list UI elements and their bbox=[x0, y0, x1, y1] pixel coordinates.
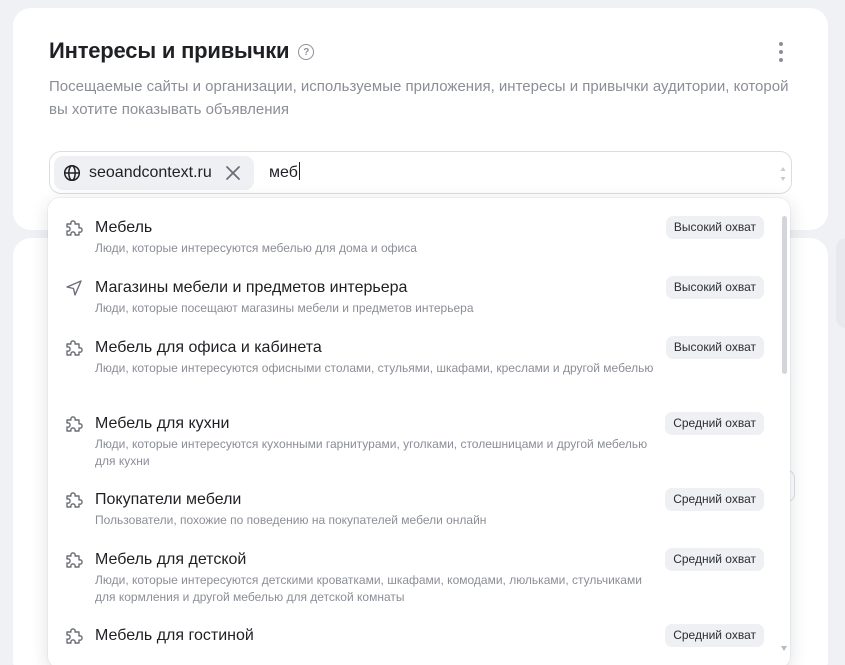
suggestion-title: Мебель bbox=[95, 219, 153, 236]
help-icon[interactable]: ? bbox=[298, 44, 315, 60]
suggestion-item[interactable]: Мебель для офиса и кабинета Люди, которы… bbox=[48, 318, 778, 394]
suggestion-subtitle: Люди, которые интересуются офисными стол… bbox=[95, 361, 654, 375]
suggestion-title: Мебель для кухни bbox=[95, 415, 230, 432]
puzzle-icon bbox=[66, 340, 83, 356]
reach-badge: Средний охват bbox=[665, 412, 764, 435]
reach-badge: Средний охват bbox=[665, 548, 764, 571]
suggestion-subtitle: Люди, которые интересуются мебелью для д… bbox=[95, 241, 417, 255]
title-row: Интересы и привычки ? bbox=[49, 38, 315, 64]
suggestion-title: Покупатели мебели bbox=[95, 491, 242, 508]
suggestion-item[interactable]: Магазины мебели и предметов интерьера Лю… bbox=[48, 258, 778, 318]
suggestion-item[interactable]: Мебель для кухни Люди, которые интересую… bbox=[48, 394, 778, 470]
resize-arrows-icon bbox=[780, 167, 786, 181]
suggestion-item[interactable]: Мебель Люди, которые интересуются мебель… bbox=[48, 198, 778, 258]
puzzle-icon bbox=[66, 220, 83, 236]
suggestion-subtitle: Люди, которые интересуются детскими кров… bbox=[95, 573, 642, 604]
scroll-down-arrow-icon[interactable] bbox=[781, 646, 787, 651]
dropdown-scrollbar[interactable] bbox=[782, 216, 787, 374]
search-query[interactable]: меб bbox=[269, 164, 298, 181]
interests-search-field[interactable]: seoandcontext.ru меб bbox=[49, 151, 792, 194]
puzzle-icon bbox=[66, 628, 83, 644]
suggestion-title: Магазины мебели и предметов интерьера bbox=[95, 279, 408, 296]
location-arrow-icon bbox=[66, 280, 82, 296]
suggestions-dropdown: Мебель Люди, которые интересуются мебель… bbox=[48, 198, 790, 665]
puzzle-icon bbox=[66, 492, 83, 508]
text-caret bbox=[298, 162, 300, 180]
chip-label: seoandcontext.ru bbox=[89, 164, 212, 181]
side-panel-edge bbox=[836, 238, 845, 328]
section-title: Интересы и привычки bbox=[49, 38, 290, 63]
suggestion-item[interactable]: Покупатели мебели Пользователи, похожие … bbox=[48, 470, 778, 530]
search-input[interactable]: меб bbox=[269, 162, 300, 182]
suggestion-subtitle: Люди, которые посещают магазины мебели и… bbox=[95, 301, 474, 315]
suggestion-title: Мебель для гостиной bbox=[95, 627, 254, 644]
interests-card: Интересы и привычки ? Посещаемые сайты и… bbox=[13, 8, 828, 230]
suggestion-title: Мебель для офиса и кабинета bbox=[95, 339, 322, 356]
suggestion-title: Мебель для детской bbox=[95, 551, 247, 568]
more-menu-icon[interactable] bbox=[778, 42, 784, 62]
reach-badge: Средний охват bbox=[665, 488, 764, 511]
globe-icon bbox=[63, 164, 81, 182]
section-description: Посещаемые сайты и организации, использу… bbox=[49, 78, 789, 118]
suggestion-item[interactable]: Мебель для гостиной Средний охват bbox=[48, 606, 778, 665]
reach-badge: Высокий охват bbox=[665, 216, 764, 239]
suggestion-subtitle: Люди, которые интересуются кухонными гар… bbox=[95, 437, 648, 468]
reach-badge: Средний охват bbox=[665, 624, 764, 647]
reach-badge: Высокий охват bbox=[665, 276, 764, 299]
reach-badge: Высокий охват bbox=[665, 336, 764, 359]
puzzle-icon bbox=[66, 416, 83, 432]
suggestion-subtitle: Пользователи, похожие по поведению на по… bbox=[95, 513, 487, 527]
suggestion-item[interactable]: Мебель для детской Люди, которые интерес… bbox=[48, 530, 778, 606]
puzzle-icon bbox=[66, 552, 83, 568]
close-icon[interactable] bbox=[224, 164, 242, 182]
selected-chip: seoandcontext.ru bbox=[54, 156, 254, 190]
